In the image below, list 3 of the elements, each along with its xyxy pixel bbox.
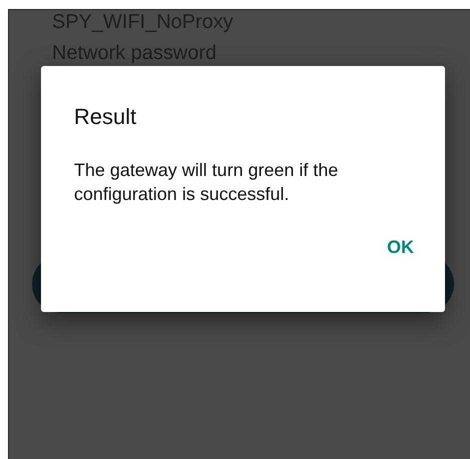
- dialog-title: Result: [74, 103, 138, 131]
- ok-button[interactable]: OK: [381, 232, 420, 263]
- dialog-message: The gateway will turn green if the configuration is successful.: [74, 159, 340, 206]
